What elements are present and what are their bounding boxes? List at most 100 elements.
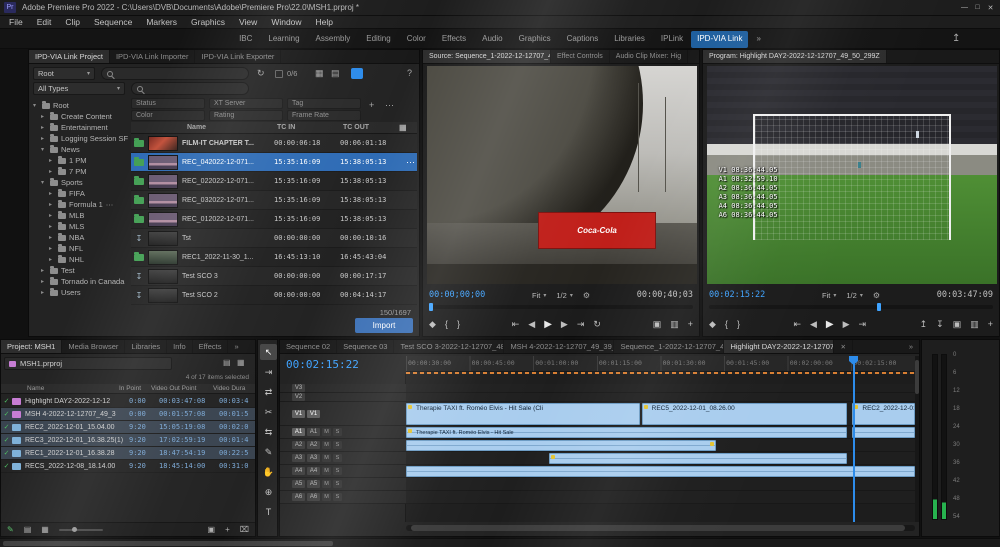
tab-info[interactable]: Info (167, 340, 193, 353)
import-button[interactable]: Import (355, 318, 413, 333)
secondary-search-input[interactable] (131, 82, 249, 95)
clip-row[interactable]: REC_042022-12-071... 15:35:16:09 15:38:05:… (131, 153, 417, 172)
tree-item-users[interactable]: ▸ Users (41, 287, 129, 298)
settings-gear-icon[interactable]: ⚙ (873, 291, 880, 300)
step-back-icon[interactable]: ◀ (810, 319, 817, 330)
zoom-slider[interactable] (58, 526, 103, 532)
mute-button[interactable]: M (322, 480, 331, 488)
mark-out-icon[interactable]: } (457, 319, 460, 329)
program-fit-select[interactable]: Fit (822, 291, 830, 300)
search-input[interactable] (101, 67, 249, 80)
tree-item-mls[interactable]: ▸ MLS (49, 221, 129, 232)
tab-highlight-day2[interactable]: Highlight DAY2-2022-12-12707_49_50_299Z (724, 340, 835, 353)
clip-row[interactable]: REC_012022-12-071... 15:35:16:09 15:38:05:… (131, 210, 417, 229)
menu-markers[interactable]: Markers (139, 16, 184, 28)
timeline-hscrollbar[interactable] (406, 525, 915, 531)
play-icon[interactable]: ▶ (544, 319, 552, 330)
mark-out-icon[interactable]: } (737, 319, 740, 329)
track-header-v2[interactable]: V2 (280, 393, 406, 402)
tab-link-project[interactable]: IPD-VIA Link Project (29, 50, 110, 63)
menu-sequence[interactable]: Sequence (87, 16, 139, 28)
source-patch-badge[interactable]: A3 (292, 454, 305, 462)
track-badge[interactable]: A3 (307, 454, 320, 462)
step-forward-icon[interactable]: ▶ (561, 319, 568, 330)
clip-row[interactable]: ↧ Test SCO 2 00:00:00:00 00:04:14:17 (131, 286, 417, 305)
project-row[interactable]: ✓ RECS_2022-12-08_18.14.00 9:20 18:45:14:00… (1, 460, 255, 473)
clip-row[interactable]: REC1_2022-11-30_1... 16:45:13:10 16:45:43:… (131, 248, 417, 267)
menu-file[interactable]: File (2, 16, 30, 28)
tab-effect-controls[interactable]: Effect Controls (551, 50, 610, 63)
timeline-clip-audio[interactable] (406, 440, 717, 451)
track-badge[interactable]: A4 (307, 467, 320, 475)
mute-button[interactable]: M (322, 428, 331, 436)
play-icon[interactable]: ▶ (826, 319, 834, 330)
icon-view-icon[interactable]: ▦ (41, 525, 49, 534)
new-item-icon[interactable]: + (225, 525, 230, 534)
workspace-tab-captions[interactable]: Captions (559, 29, 607, 48)
list-view-icon[interactable]: ▤ (223, 358, 231, 367)
menu-edit[interactable]: Edit (30, 16, 59, 28)
export-frame-icon[interactable]: ▣ (953, 319, 962, 330)
track-header-a5[interactable]: A5 A5 M S (280, 478, 406, 491)
tree-item-logging-session[interactable]: ▸ Logging Session SF (41, 133, 129, 144)
source-patch-badge[interactable]: A4 (292, 467, 305, 475)
tab-source[interactable]: Source: Sequence_1-2022-12-12707_49_45_1… (423, 50, 551, 63)
close-tab-icon[interactable]: ✕ (834, 340, 853, 353)
filter-color[interactable]: Color (131, 110, 205, 121)
timeline-clip-audio[interactable] (406, 466, 915, 477)
step-forward-icon[interactable]: ▶ (843, 319, 850, 330)
comparison-view-icon[interactable]: ▥ (970, 319, 979, 330)
filter-tag[interactable]: Tag (287, 98, 361, 109)
loop-icon[interactable]: ↻ (593, 319, 601, 330)
track-badge[interactable]: A6 (307, 493, 320, 501)
menu-clip[interactable]: Clip (58, 16, 87, 28)
more-filters-icon[interactable]: ⋯ (385, 100, 394, 111)
solo-button[interactable]: S (333, 467, 342, 475)
selection-tool[interactable]: ↖ (260, 344, 277, 360)
grid-view-icon[interactable]: ▦ (315, 68, 324, 79)
workspace-tab-iplink[interactable]: IPLink (653, 29, 691, 48)
list-view-icon[interactable]: ▤ (24, 525, 32, 534)
solo-button[interactable]: S (333, 428, 342, 436)
add-marker-icon[interactable]: ◆ (709, 319, 716, 330)
timeline-vscrollbar[interactable] (915, 356, 919, 522)
new-bin-icon[interactable]: ▣ (208, 525, 216, 534)
tree-item-entertainment[interactable]: ▸ Entertainment (41, 122, 129, 133)
project-bin-field[interactable]: MSH1.prproj (4, 357, 172, 370)
project-row[interactable]: ✓ MSH 4-2022-12-12707_49_3 0:00 00:01:57:08… (1, 408, 255, 421)
source-resolution-select[interactable]: 1/2 (556, 291, 566, 300)
edit-icon[interactable]: ✎ (7, 525, 14, 534)
maximize-button[interactable]: □ (971, 4, 984, 11)
filter-status[interactable]: Status (131, 98, 205, 109)
solo-button[interactable]: S (333, 493, 342, 501)
tab-effects[interactable]: Effects (193, 340, 229, 353)
track-header-a3[interactable]: A3 A3 M S (280, 452, 406, 465)
menu-help[interactable]: Help (309, 16, 340, 28)
source-playhead-marker[interactable] (429, 303, 433, 311)
tree-item-nhl[interactable]: ▸ NHL (49, 254, 129, 265)
source-patch-badge[interactable]: A5 (292, 480, 305, 488)
tab-media-browser[interactable]: Media Browser (62, 340, 126, 353)
add-marker-icon[interactable]: ◆ (429, 319, 436, 330)
clip-row[interactable]: REC_022022-12-071... 15:35:16:09 15:38:05:… (131, 172, 417, 191)
mute-button[interactable]: M (322, 467, 331, 475)
workspace-tab-libraries[interactable]: Libraries (606, 29, 653, 48)
track-header-a1[interactable]: A1 A1 M S (280, 426, 406, 439)
panel-overflow-icon[interactable]: » (228, 340, 244, 353)
step-back-icon[interactable]: ◀ (528, 319, 535, 330)
menu-view[interactable]: View (232, 16, 264, 28)
help-icon[interactable]: ? (407, 68, 412, 78)
tab-msh-4[interactable]: MSH 4-2022-12-12707_49_39_891Z (504, 340, 615, 353)
source-current-timecode[interactable]: 00:00;00;00 (429, 290, 485, 300)
project-row[interactable]: ✓ REC2_2022-12-01_15.04.00 9:20 15:05:19:08… (1, 421, 255, 434)
mute-button[interactable]: M (322, 454, 331, 462)
tab-sequence-1[interactable]: Sequence_1-2022-12-12707_49_45_144Z (614, 340, 725, 353)
tab-link-exporter[interactable]: IPD-VIA Link Exporter (195, 50, 282, 63)
tab-test-sco-3[interactable]: Test SCO 3-2022-12-12707_48_53_692Z (394, 340, 505, 353)
horizontal-scrollbar-thumb[interactable] (3, 541, 333, 546)
workspace-tab-ibc[interactable]: IBC (231, 29, 260, 48)
mark-in-icon[interactable]: { (725, 319, 728, 329)
extract-icon[interactable]: ↧ (936, 319, 944, 330)
track-header-a2[interactable]: A2 A2 M S (280, 439, 406, 452)
close-button[interactable]: ✕ (984, 4, 997, 12)
